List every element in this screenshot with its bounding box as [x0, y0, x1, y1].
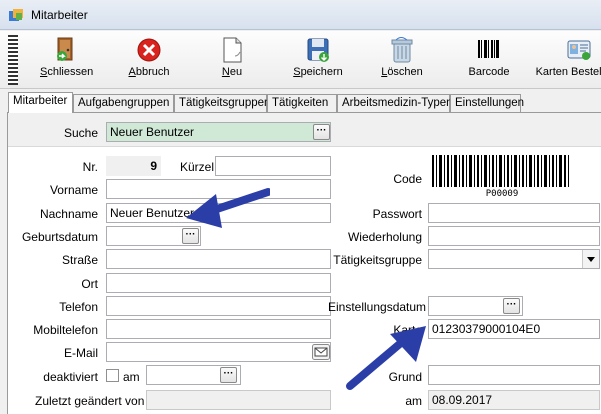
ort-input[interactable]: [106, 273, 331, 293]
tab-aufgabengruppen[interactable]: Aufgabengruppen: [73, 94, 174, 112]
exit-door-icon: [57, 37, 73, 61]
einstellungsdatum-label: Einstellungsdatum: [328, 300, 427, 314]
suche-picker-button[interactable]: ···: [313, 124, 330, 140]
nr-label: Nr.: [82, 160, 98, 174]
mobiltelefon-input[interactable]: [106, 319, 331, 339]
vorname-label: Vorname: [49, 183, 98, 197]
am-geaendert-value: 08.09.2017: [428, 390, 600, 410]
barcode-text: P00009: [486, 189, 519, 199]
search-strip: Suche Neuer Benutzer ···: [8, 113, 601, 147]
grund-input[interactable]: [428, 365, 600, 385]
tab-einstellungen[interactable]: Einstellungen: [450, 94, 524, 112]
kuerzel-label: Kürzel: [179, 160, 214, 174]
loeschen-button[interactable]: Löschen: [379, 34, 425, 86]
karte-input[interactable]: 01230379000104E0: [428, 319, 600, 339]
tab-taetigkeiten[interactable]: Tätigkeiten: [267, 94, 337, 112]
mitarbeiter-panel: Suche Neuer Benutzer ··· Nr. 9 Kürzel Vo…: [7, 112, 601, 414]
telefon-label: Telefon: [59, 300, 98, 314]
deaktiviert-label: deaktiviert: [43, 370, 98, 384]
strasse-input[interactable]: [106, 249, 331, 269]
abbruch-label: Abbruch: [128, 66, 170, 78]
mitarbeiter-window: Mitarbeiter Schliessen Abbruch Neu Speic…: [0, 0, 601, 414]
geburtsdatum-label: Geburtsdatum: [21, 230, 98, 244]
suche-input[interactable]: Neuer Benutzer: [106, 122, 331, 142]
toolbar: Schliessen Abbruch Neu Speichern Löschen…: [0, 31, 601, 89]
wiederholung-input[interactable]: [428, 226, 600, 246]
new-page-icon: [223, 37, 242, 63]
trash-icon: [391, 37, 413, 63]
app-icon: [9, 9, 23, 21]
barcode-label: Barcode: [468, 66, 510, 78]
zuletzt-geaendert-value: [146, 390, 331, 410]
code-label: Code: [393, 172, 422, 186]
tab-mitarbeiter[interactable]: Mitarbeiter: [8, 92, 73, 113]
speichern-button[interactable]: Speichern: [290, 34, 346, 86]
passwort-input[interactable]: [428, 203, 600, 223]
nachname-input[interactable]: Neuer Benutzer: [106, 203, 331, 223]
speichern-label: Speichern: [293, 66, 343, 78]
window-title: Mitarbeiter: [31, 8, 88, 22]
grund-label: Grund: [388, 370, 422, 384]
loeschen-label: Löschen: [381, 66, 423, 78]
deaktiviert-am-picker-button[interactable]: ···: [220, 367, 237, 383]
barcode-image: P00009: [430, 155, 574, 199]
mobiltelefon-label: Mobiltelefon: [33, 323, 98, 337]
neu-label: Neu: [221, 66, 243, 78]
title-bar[interactable]: Mitarbeiter: [0, 0, 601, 30]
cancel-x-icon: [137, 38, 161, 62]
deaktiviert-checkbox[interactable]: [106, 369, 119, 382]
taetigkeitsgruppe-select[interactable]: [428, 249, 600, 269]
am-label: am: [123, 370, 140, 384]
toolbar-grip[interactable]: [8, 35, 18, 85]
telefon-input[interactable]: [106, 296, 331, 316]
karten-bestellung-button[interactable]: Karten Bestellung: [534, 34, 601, 86]
wiederholung-label: Wiederholung: [347, 230, 422, 244]
strasse-label: Straße: [61, 253, 98, 267]
email-input[interactable]: [106, 342, 331, 362]
passwort-label: Passwort: [372, 207, 422, 221]
floppy-save-icon: [307, 38, 329, 62]
abbruch-button[interactable]: Abbruch: [124, 34, 174, 86]
suche-label: Suche: [63, 126, 98, 140]
nachname-label: Nachname: [39, 207, 98, 221]
taetigkeitsgruppe-dropdown-button[interactable]: [582, 250, 599, 268]
taetigkeitsgruppe-label: Tätigkeitsgruppe: [333, 253, 422, 267]
barcode-icon: [478, 40, 499, 58]
kuerzel-input[interactable]: [215, 156, 331, 176]
ort-label: Ort: [81, 277, 98, 291]
am-geaendert-label: am: [405, 394, 422, 408]
karten-bestellung-label: Karten Bestellung: [535, 66, 601, 78]
schliessen-label: Schliessen: [40, 66, 94, 78]
geburtsdatum-picker-button[interactable]: ···: [182, 228, 199, 244]
id-card-icon: [567, 40, 591, 60]
email-label: E-Mail: [63, 346, 98, 360]
tab-arbeitsmedizin-typen[interactable]: Arbeitsmedizin-Typen: [337, 94, 453, 112]
schliessen-button[interactable]: Schliessen: [40, 34, 94, 86]
einstellungsdatum-picker-button[interactable]: ···: [503, 298, 520, 314]
tab-taetigkeitsgruppen[interactable]: Tätigkeitsgruppen: [174, 94, 270, 112]
zuletzt-geaendert-label: Zuletzt geändert von: [35, 394, 145, 408]
neu-button[interactable]: Neu: [212, 34, 252, 86]
karte-label: Karte: [393, 323, 422, 337]
vorname-input[interactable]: [106, 179, 331, 199]
mail-envelope-icon[interactable]: [312, 344, 330, 360]
nr-value: 9: [106, 156, 161, 176]
barcode-button[interactable]: Barcode: [466, 34, 512, 86]
